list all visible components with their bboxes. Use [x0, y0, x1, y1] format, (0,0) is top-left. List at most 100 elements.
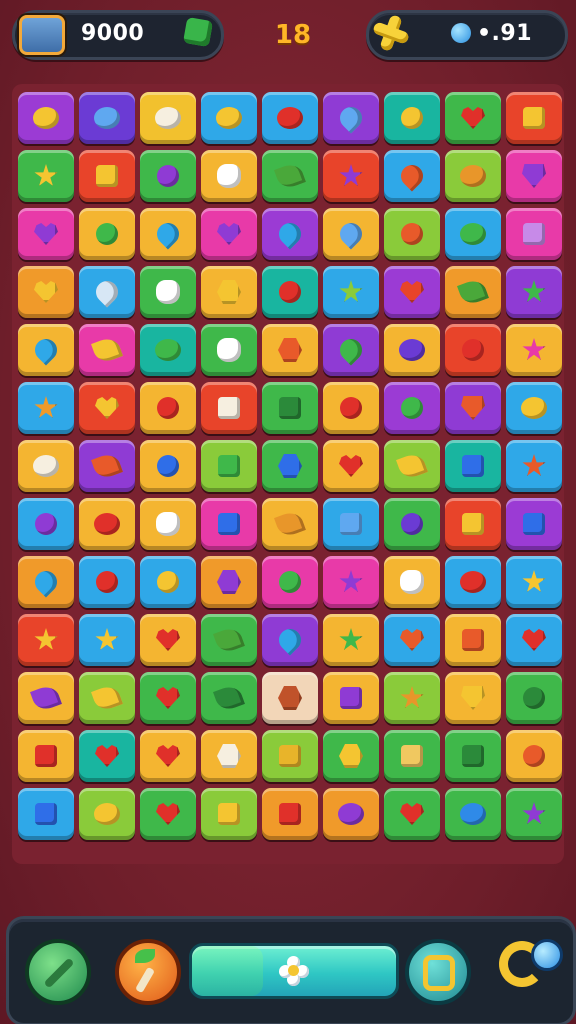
tile[interactable]: [506, 440, 562, 492]
tile[interactable]: [445, 730, 501, 782]
tile[interactable]: [506, 150, 562, 202]
tile[interactable]: [445, 440, 501, 492]
tile[interactable]: [506, 556, 562, 608]
tile[interactable]: [79, 208, 135, 260]
tile[interactable]: [201, 382, 257, 434]
tile[interactable]: [323, 150, 379, 202]
tile[interactable]: [79, 788, 135, 840]
tile[interactable]: [262, 672, 318, 724]
green-gem-icon[interactable]: [182, 16, 214, 48]
tile[interactable]: [384, 208, 440, 260]
tile[interactable]: [323, 556, 379, 608]
tile[interactable]: [140, 150, 196, 202]
tile[interactable]: [262, 556, 318, 608]
tile[interactable]: [384, 788, 440, 840]
tile[interactable]: [323, 208, 379, 260]
tile[interactable]: [201, 498, 257, 550]
tile[interactable]: [445, 92, 501, 144]
tile[interactable]: [140, 556, 196, 608]
tile[interactable]: [201, 556, 257, 608]
tile[interactable]: [323, 498, 379, 550]
tile[interactable]: [262, 324, 318, 376]
tile[interactable]: [384, 440, 440, 492]
magnet-booster-button[interactable]: [495, 933, 563, 999]
tile[interactable]: [506, 266, 562, 318]
tile[interactable]: [506, 382, 562, 434]
tile[interactable]: [445, 150, 501, 202]
tile[interactable]: [445, 788, 501, 840]
tile[interactable]: [445, 672, 501, 724]
tile[interactable]: [79, 672, 135, 724]
tile[interactable]: [79, 614, 135, 666]
tile[interactable]: [384, 324, 440, 376]
tile[interactable]: [18, 150, 74, 202]
tile[interactable]: [262, 266, 318, 318]
tile[interactable]: [79, 498, 135, 550]
tile[interactable]: [323, 382, 379, 434]
tile[interactable]: [18, 556, 74, 608]
tile[interactable]: [262, 382, 318, 434]
tile[interactable]: [79, 92, 135, 144]
tile[interactable]: [201, 266, 257, 318]
tile[interactable]: [201, 92, 257, 144]
tile[interactable]: [384, 614, 440, 666]
tile[interactable]: [323, 672, 379, 724]
tile[interactable]: [201, 324, 257, 376]
tile[interactable]: [262, 150, 318, 202]
tile[interactable]: [445, 266, 501, 318]
tile[interactable]: [140, 266, 196, 318]
tile[interactable]: [140, 498, 196, 550]
tile[interactable]: [384, 730, 440, 782]
tile[interactable]: [18, 788, 74, 840]
tile[interactable]: [506, 730, 562, 782]
tile[interactable]: [262, 208, 318, 260]
tile[interactable]: [201, 788, 257, 840]
tile[interactable]: [201, 150, 257, 202]
tile[interactable]: [18, 92, 74, 144]
tile[interactable]: [201, 614, 257, 666]
tile[interactable]: [445, 324, 501, 376]
tile[interactable]: [323, 730, 379, 782]
tile[interactable]: [140, 788, 196, 840]
tile[interactable]: [384, 556, 440, 608]
fruit-bomb-booster-button[interactable]: [115, 939, 181, 1005]
tile[interactable]: [140, 672, 196, 724]
hammer-booster-button[interactable]: [25, 939, 91, 1005]
tile[interactable]: [445, 556, 501, 608]
tile[interactable]: [262, 730, 318, 782]
tile[interactable]: [18, 440, 74, 492]
tile[interactable]: [262, 498, 318, 550]
tile[interactable]: [18, 498, 74, 550]
tile[interactable]: [384, 382, 440, 434]
tile[interactable]: [140, 730, 196, 782]
tile[interactable]: [323, 92, 379, 144]
tile[interactable]: [140, 324, 196, 376]
tile[interactable]: [445, 614, 501, 666]
tile[interactable]: [445, 208, 501, 260]
tile[interactable]: [262, 92, 318, 144]
tile[interactable]: [262, 614, 318, 666]
tile[interactable]: [506, 672, 562, 724]
tile[interactable]: [506, 208, 562, 260]
tile[interactable]: [18, 266, 74, 318]
tile[interactable]: [262, 788, 318, 840]
tile[interactable]: [18, 672, 74, 724]
tile[interactable]: [18, 382, 74, 434]
tile[interactable]: [201, 208, 257, 260]
tile[interactable]: [384, 672, 440, 724]
tile[interactable]: [79, 324, 135, 376]
tile[interactable]: [445, 382, 501, 434]
tile[interactable]: [506, 788, 562, 840]
tile[interactable]: [506, 92, 562, 144]
tile[interactable]: [384, 498, 440, 550]
add-currency-icon[interactable]: [371, 13, 411, 53]
tile[interactable]: [323, 614, 379, 666]
tile[interactable]: [18, 730, 74, 782]
tile[interactable]: [18, 324, 74, 376]
shuffle-booster-button[interactable]: [405, 939, 471, 1005]
tile[interactable]: [506, 498, 562, 550]
tile[interactable]: [323, 440, 379, 492]
tile[interactable]: [140, 92, 196, 144]
tile[interactable]: [140, 208, 196, 260]
tile[interactable]: [262, 440, 318, 492]
